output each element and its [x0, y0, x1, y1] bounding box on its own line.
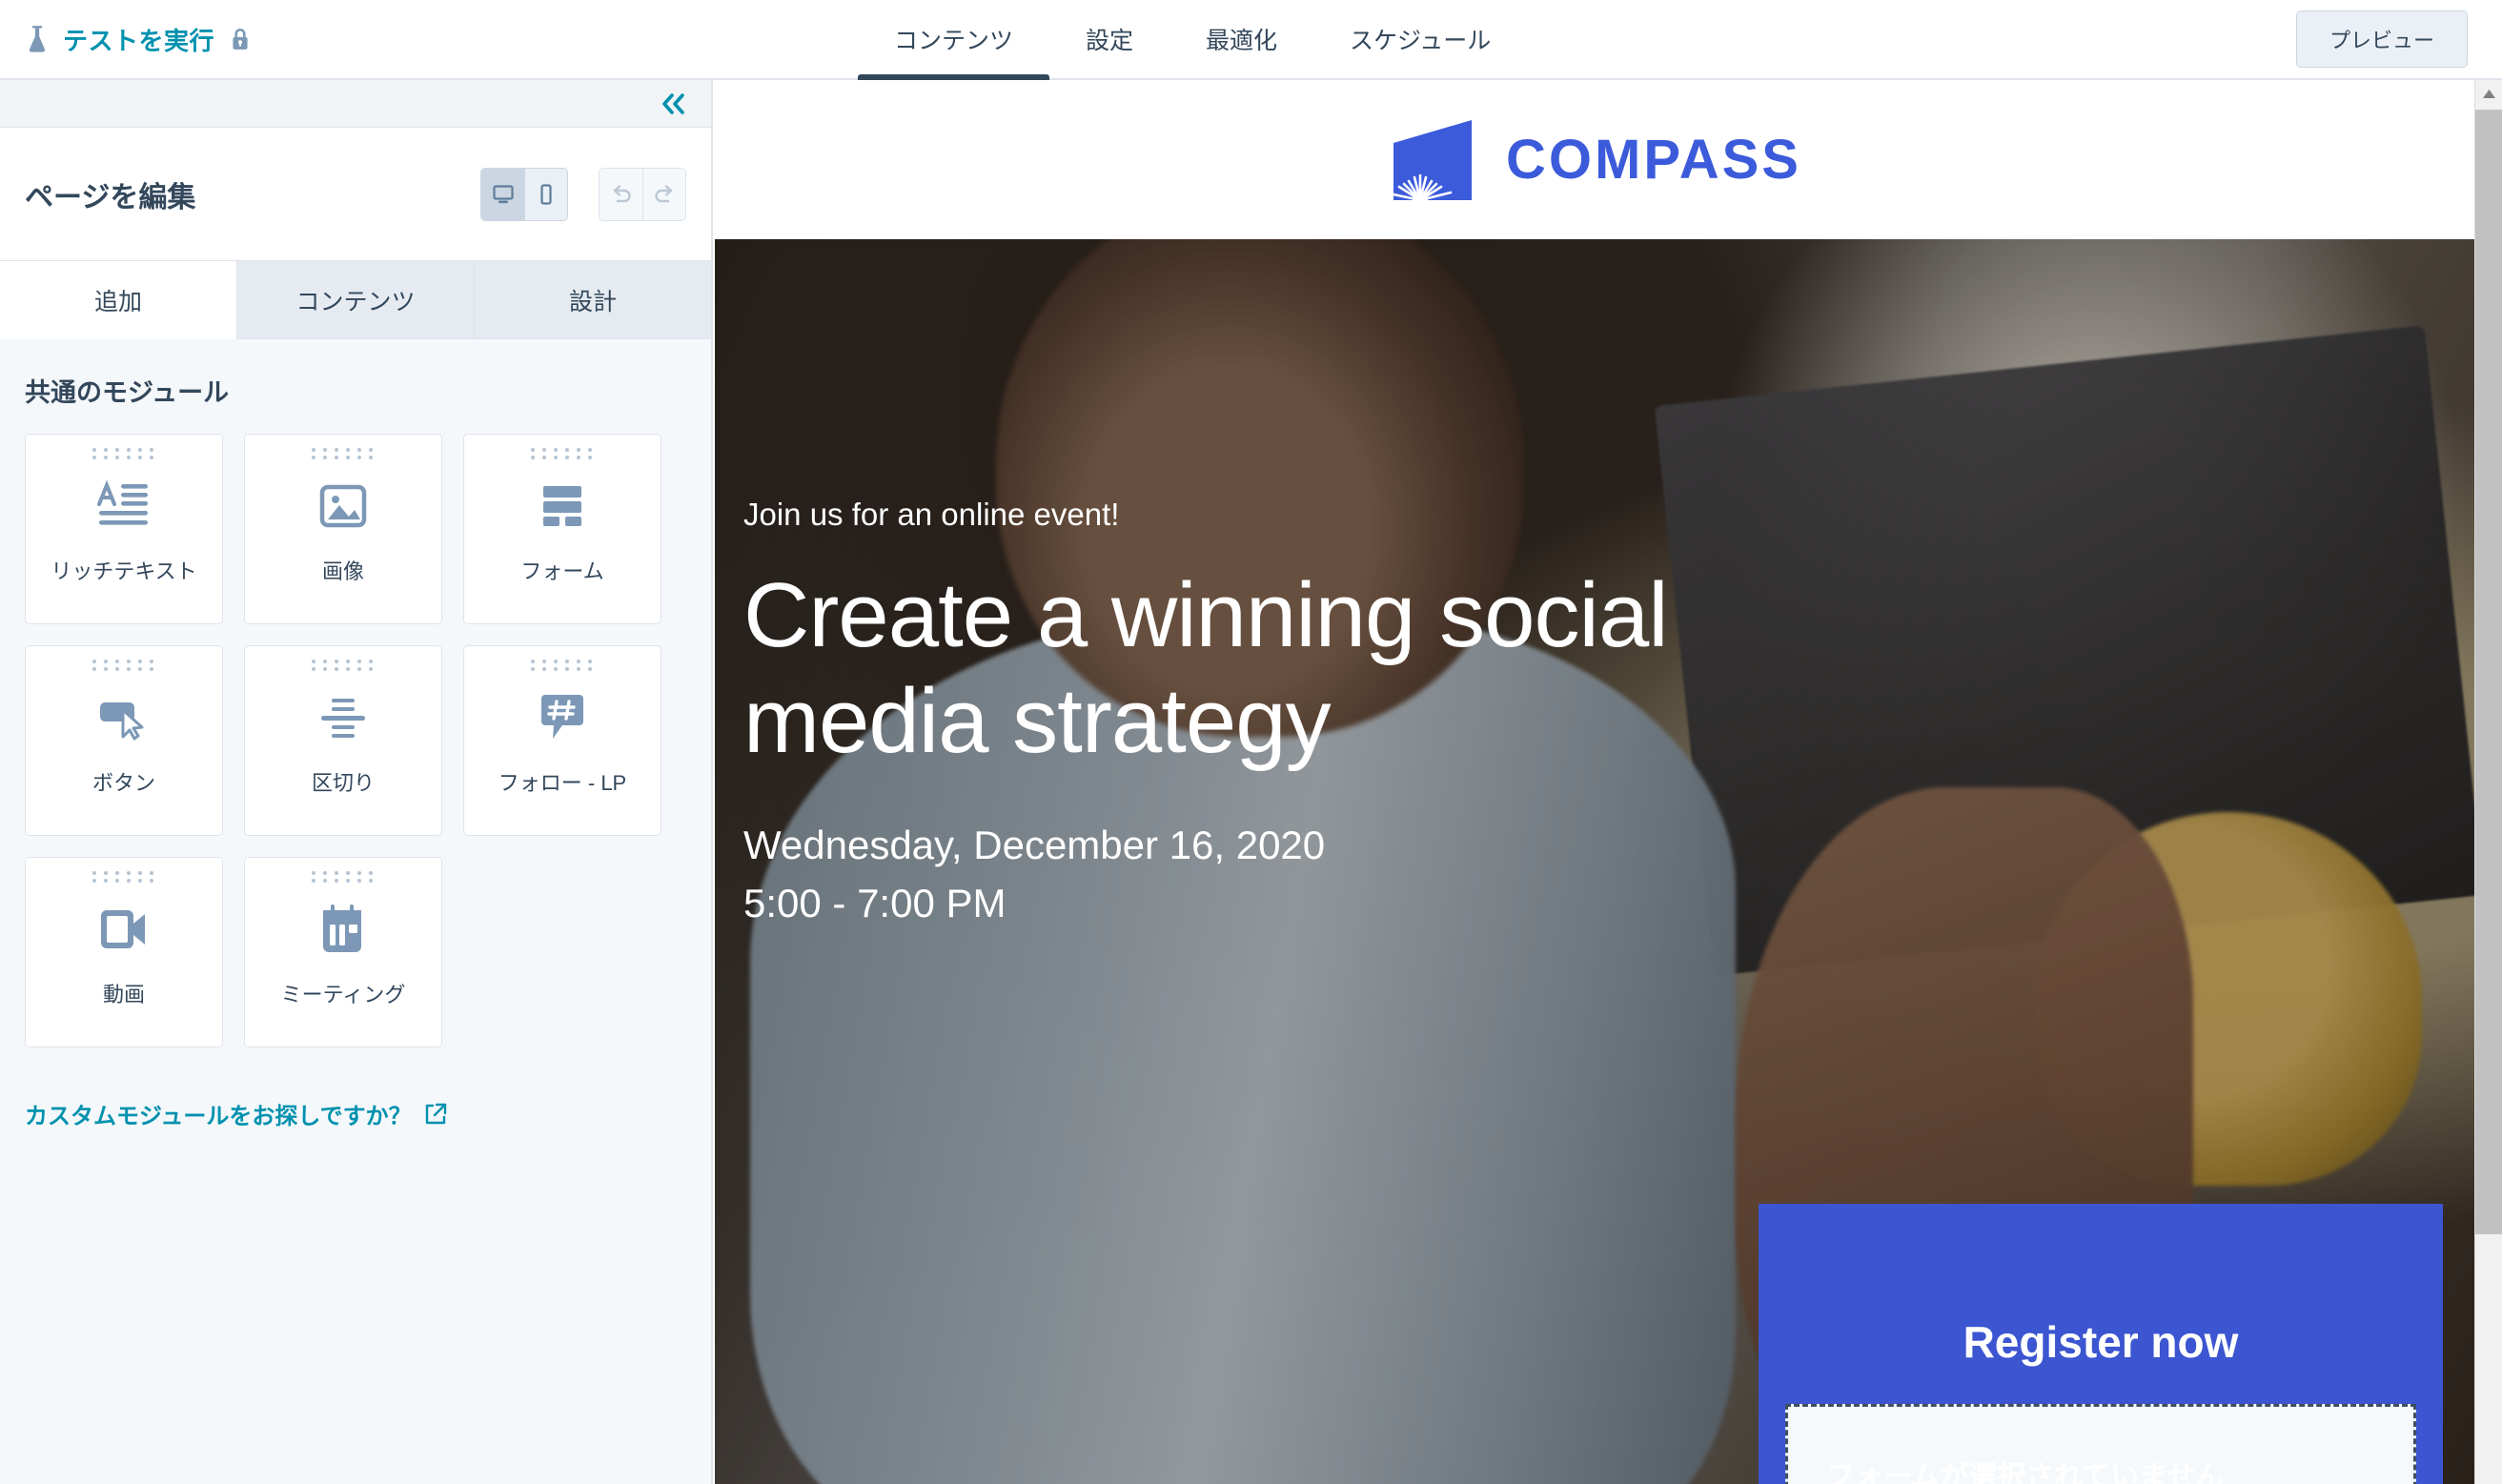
editor-sidebar: ページを編集 追加 コンテンツ 設計 共通のモジュール リッチテキスト 画像 フ… — [0, 80, 713, 1484]
form-icon — [538, 471, 587, 541]
run-test-label[interactable]: テストを実行 — [63, 22, 214, 57]
external-link-icon — [425, 1103, 446, 1124]
module-card-button[interactable]: ボタン — [25, 645, 223, 836]
desktop-icon — [492, 184, 514, 203]
drag-grip-icon[interactable] — [92, 871, 156, 883]
page-editor-app: テストを実行 コンテンツ 設定 最適化 スケジュール プレビュー ページを編集 … — [0, 0, 2502, 1484]
preview-scrollbar[interactable] — [2474, 80, 2502, 1484]
top-bar-actions: プレビュー — [2295, 10, 2502, 68]
module-card-rich-text[interactable]: リッチテキスト — [25, 434, 223, 624]
sidebar-body: 共通のモジュール リッチテキスト 画像 フォーム ボタン 区切り フォロー - … — [0, 339, 711, 1484]
flask-icon — [29, 26, 46, 52]
page-title: ページを編集 — [25, 181, 196, 213]
sidebar-header: ページを編集 — [0, 128, 711, 261]
compass-logo: COMPASS — [1388, 114, 1801, 206]
custom-module-link[interactable]: カスタムモジュールをお探しですか？ — [25, 1097, 448, 1130]
common-modules-heading: 共通のモジュール — [25, 378, 230, 407]
drag-grip-icon[interactable] — [311, 871, 376, 883]
register-title: Register now — [1963, 1317, 2239, 1367]
module-label: ボタン — [92, 771, 155, 795]
page-preview-canvas[interactable]: COMPASS Join us for an online event! Cre… — [715, 80, 2474, 1484]
custom-module-link-label: カスタムモジュールをお探しですか？ — [25, 1104, 412, 1129]
undo-icon — [613, 184, 631, 202]
sidebar-tab-design[interactable]: 設計 — [475, 261, 711, 338]
button-cursor-icon — [97, 682, 151, 753]
hashtag-bubble-icon — [538, 682, 587, 753]
image-icon — [317, 471, 369, 541]
lock-icon — [233, 28, 248, 50]
top-bar: テストを実行 コンテンツ 設定 最適化 スケジュール プレビュー — [0, 0, 2502, 81]
register-panel[interactable]: Register now フォームが選択されていません 以前に作成した既存のフォ… — [1759, 1204, 2443, 1484]
module-label: 画像 — [321, 559, 364, 583]
redo-icon — [655, 184, 673, 202]
divider-icon — [317, 682, 369, 753]
module-label: フォーム — [520, 559, 604, 583]
tab-optimization[interactable]: 最適化 — [1170, 0, 1313, 79]
hero-copy[interactable]: Join us for an online event! Create a wi… — [743, 495, 1697, 932]
drag-grip-icon[interactable] — [311, 660, 376, 671]
form-module-dropzone[interactable]: フォームが選択されていません 以前に作成した既存のフォームを選択するか、新しいフ… — [1785, 1404, 2416, 1484]
sidebar-tab-content[interactable]: コンテンツ — [237, 261, 475, 338]
calendar-meeting-icon — [318, 894, 368, 965]
sidebar-tabs: 追加 コンテンツ 設計 — [0, 261, 711, 339]
module-label: ミーティング — [280, 983, 406, 1006]
top-tabs: コンテンツ 設定 最適化 スケジュール — [858, 0, 1527, 81]
video-camera-icon — [97, 894, 151, 965]
double-chevron-left-icon[interactable] — [658, 91, 690, 117]
undo-button[interactable] — [600, 168, 642, 220]
module-label: リッチテキスト — [51, 559, 197, 583]
drag-grip-icon[interactable] — [92, 660, 156, 671]
module-label: フォロー - LP — [498, 771, 627, 795]
tab-settings[interactable]: 設定 — [1049, 0, 1170, 79]
hero-time: 5:00 - 7:00 PM — [743, 880, 1007, 925]
module-card-follow-lp[interactable]: フォロー - LP — [463, 645, 661, 836]
run-test-group[interactable]: テストを実行 — [0, 22, 858, 57]
sidebar-collapse-bar — [0, 80, 711, 128]
module-label: 動画 — [102, 983, 145, 1006]
desktop-view-button[interactable] — [481, 168, 524, 220]
drag-grip-icon[interactable] — [92, 448, 156, 459]
mobile-view-button[interactable] — [524, 168, 567, 220]
sidebar-tab-add[interactable]: 追加 — [0, 261, 237, 339]
redo-button[interactable] — [642, 168, 685, 220]
tab-content[interactable]: コンテンツ — [858, 0, 1050, 81]
drag-grip-icon[interactable] — [530, 448, 595, 459]
viewport-toggle — [480, 167, 568, 221]
compass-sunburst-logo — [1392, 119, 1473, 206]
landing-page-header[interactable]: COMPASS — [715, 80, 2474, 239]
hero-date-time: Wednesday, December 16, 2020 5:00 - 7:00… — [743, 817, 1697, 933]
hero-title: Create a winning social media strategy — [743, 563, 1669, 773]
hero-kicker: Join us for an online event! — [743, 497, 1120, 532]
hero-date: Wednesday, December 16, 2020 — [743, 822, 1326, 867]
module-card-form[interactable]: フォーム — [463, 434, 661, 624]
module-card-video[interactable]: 動画 — [25, 857, 223, 1047]
scroll-thumb[interactable] — [2475, 110, 2502, 1234]
hero-section[interactable]: Join us for an online event! Create a wi… — [715, 239, 2474, 1484]
tab-schedule[interactable]: スケジュール — [1313, 0, 1527, 79]
history-controls — [599, 167, 686, 221]
rich-text-icon — [94, 471, 153, 541]
module-card-image[interactable]: 画像 — [244, 434, 442, 624]
preview-button[interactable]: プレビュー — [2295, 10, 2468, 68]
drag-grip-icon[interactable] — [311, 448, 376, 459]
mobile-icon — [540, 183, 552, 205]
compass-logo-text: COMPASS — [1506, 129, 1801, 191]
module-label: 区切り — [311, 771, 375, 795]
module-grid: リッチテキスト 画像 フォーム ボタン 区切り フォロー - LP 動画 ミーテ… — [25, 434, 686, 1047]
module-card-meeting[interactable]: ミーティング — [244, 857, 442, 1047]
drag-grip-icon[interactable] — [530, 660, 595, 671]
module-card-divider[interactable]: 区切り — [244, 645, 442, 836]
form-empty-title: フォームが選択されていません — [1826, 1461, 2225, 1484]
scroll-up-arrow-icon[interactable] — [2475, 80, 2502, 108]
